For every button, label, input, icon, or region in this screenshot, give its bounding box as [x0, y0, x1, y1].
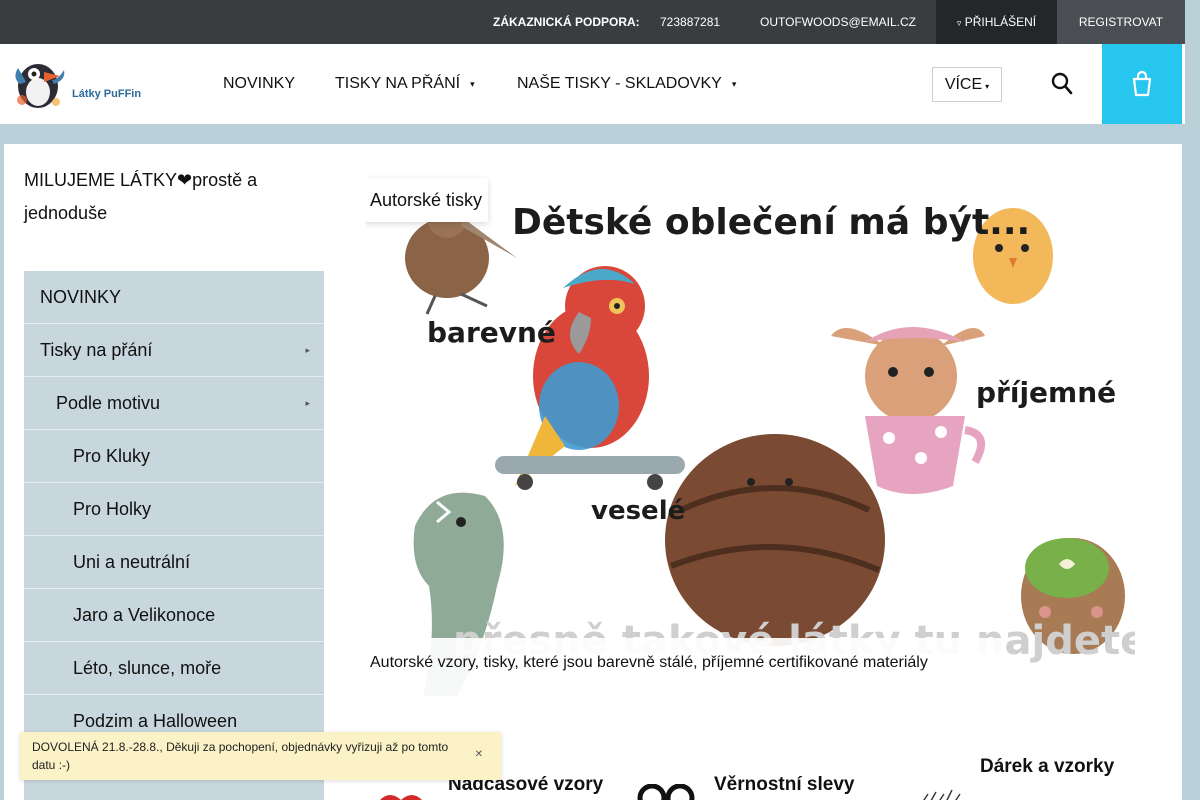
tagline: MILUJEME LÁTKY❤prostě a jednoduše — [24, 170, 258, 223]
nav-item-tisky-na-prani[interactable]: TISKY NA PŘÁNÍ ▾ — [335, 44, 475, 124]
cart-icon — [1132, 71, 1152, 97]
sidebar-item-pro-holky[interactable]: Pro Holky — [24, 483, 324, 536]
sidebar-item-jaro[interactable]: Jaro a Velikonoce — [24, 589, 324, 642]
more-label: VÍCE — [944, 76, 983, 93]
search-icon[interactable] — [1050, 70, 1074, 98]
support-label: ZÁKAZNICKÁ PODPORA: — [493, 15, 640, 29]
vacation-notice: DOVOLENÁ 21.8.-28.8., Děkuji za pochopen… — [20, 732, 501, 780]
sidebar-item-label: Léto, slunce, moře — [73, 658, 222, 678]
sidebar-item-leto[interactable]: Léto, slunce, moře — [24, 642, 324, 695]
site-header: Látky PuFFin NOVINKY TISKY NA PŘÁNÍ ▾ NAŠ… — [0, 44, 1185, 124]
support-phone-link[interactable]: 723887281 — [660, 0, 720, 44]
sidebar-item-uni[interactable]: Uni a neutrální — [24, 536, 324, 589]
register-button[interactable]: REGISTROVAT — [1057, 0, 1185, 44]
parrot-illustration — [495, 266, 685, 490]
banner-word-barevne: barevné — [427, 316, 556, 349]
sidebar-item-label: Pro Holky — [73, 499, 152, 519]
hero-banner[interactable]: Autorské tisky Dětské oblečení má být...… — [365, 166, 1135, 696]
banner-illustration — [405, 198, 1125, 696]
nav-label: NOVINKY — [223, 75, 296, 92]
banner-headline: Dětské oblečení má být... — [512, 202, 1031, 243]
chevron-right-icon[interactable]: ▸ — [305, 377, 310, 430]
logo[interactable]: Látky PuFFin — [8, 54, 142, 114]
walnut-illustration — [665, 434, 885, 646]
more-menu-button[interactable]: VÍCE ▾ — [932, 67, 1002, 102]
chevron-right-icon[interactable]: ▸ — [305, 324, 310, 377]
chevron-down-icon: ▾ — [470, 79, 475, 89]
banner-word-prijemne: příjemné — [976, 376, 1117, 409]
sidebar-item-label: NOVINKY — [40, 287, 122, 307]
sidebar-item-podle-motivu[interactable]: Podle motivu ▸ — [24, 377, 324, 430]
support-email-link[interactable]: OUTOFWOODS@EMAIL.CZ — [760, 0, 916, 44]
loyalty-icon — [637, 784, 695, 800]
gift-icon — [923, 789, 961, 800]
chevron-down-icon: ▾ — [731, 79, 737, 89]
sidebar-item-label: Uni a neutrální — [73, 552, 191, 572]
puffin-logo-icon — [15, 64, 65, 108]
banner-caption: Autorské vzory, tisky, které jsou barevn… — [365, 638, 1002, 696]
nav-label: NAŠE TISKY - SKLADOVKY — [517, 75, 722, 93]
login-label: PŘIHLÁŠENÍ — [964, 15, 1037, 29]
nav-item-novinky[interactable]: NOVINKY — [223, 44, 295, 124]
banner-word-vesele: veselé — [591, 496, 686, 526]
sidebar-item-label: Podle motivu — [56, 393, 161, 413]
content-card: MILUJEME LÁTKY❤prostě a jednoduše NOVINK… — [4, 144, 1182, 800]
close-icon[interactable]: ✕ — [475, 746, 483, 764]
banner-tag: Autorské tisky — [365, 178, 489, 222]
chevron-down-icon: ▾ — [985, 82, 990, 91]
heart-badge-icon — [380, 795, 422, 800]
sidebar-item-label: Pro Kluky — [73, 446, 151, 466]
sidebar-item-label: Tisky na přání — [40, 340, 153, 360]
sidebar-item-pro-kluky[interactable]: Pro Kluky — [24, 430, 324, 483]
user-icon: ▿ — [956, 18, 962, 28]
logo-text: Látky PuFFin — [72, 88, 142, 100]
notice-text: DOVOLENÁ 21.8.-28.8., Děkuji za pochopen… — [32, 740, 449, 772]
nav-label: TISKY NA PŘÁNÍ — [335, 75, 461, 93]
cart-button[interactable] — [1102, 44, 1182, 124]
login-button[interactable]: ▿ PŘIHLÁŠENÍ — [936, 0, 1057, 44]
nav-item-skladovky[interactable]: NAŠE TISKY - SKLADOVKY ▾ — [517, 44, 736, 124]
top-bar: ZÁKAZNICKÁ PODPORA: 723887281 OUTOFWOODS… — [0, 0, 1185, 44]
sidebar-item-label: Jaro a Velikonoce — [73, 605, 216, 625]
sidebar-item-novinky[interactable]: NOVINKY — [24, 271, 324, 324]
sidebar-menu: NOVINKY Tisky na přání ▸ Podle motivu ▸ Pr… — [24, 271, 324, 800]
feature-title-vernostni: Věrnostní slevy — [714, 774, 855, 795]
feature-title-darek: Dárek a vzorky — [980, 756, 1115, 777]
sidebar-item-tisky-na-prani[interactable]: Tisky na přání ▸ — [24, 324, 324, 377]
